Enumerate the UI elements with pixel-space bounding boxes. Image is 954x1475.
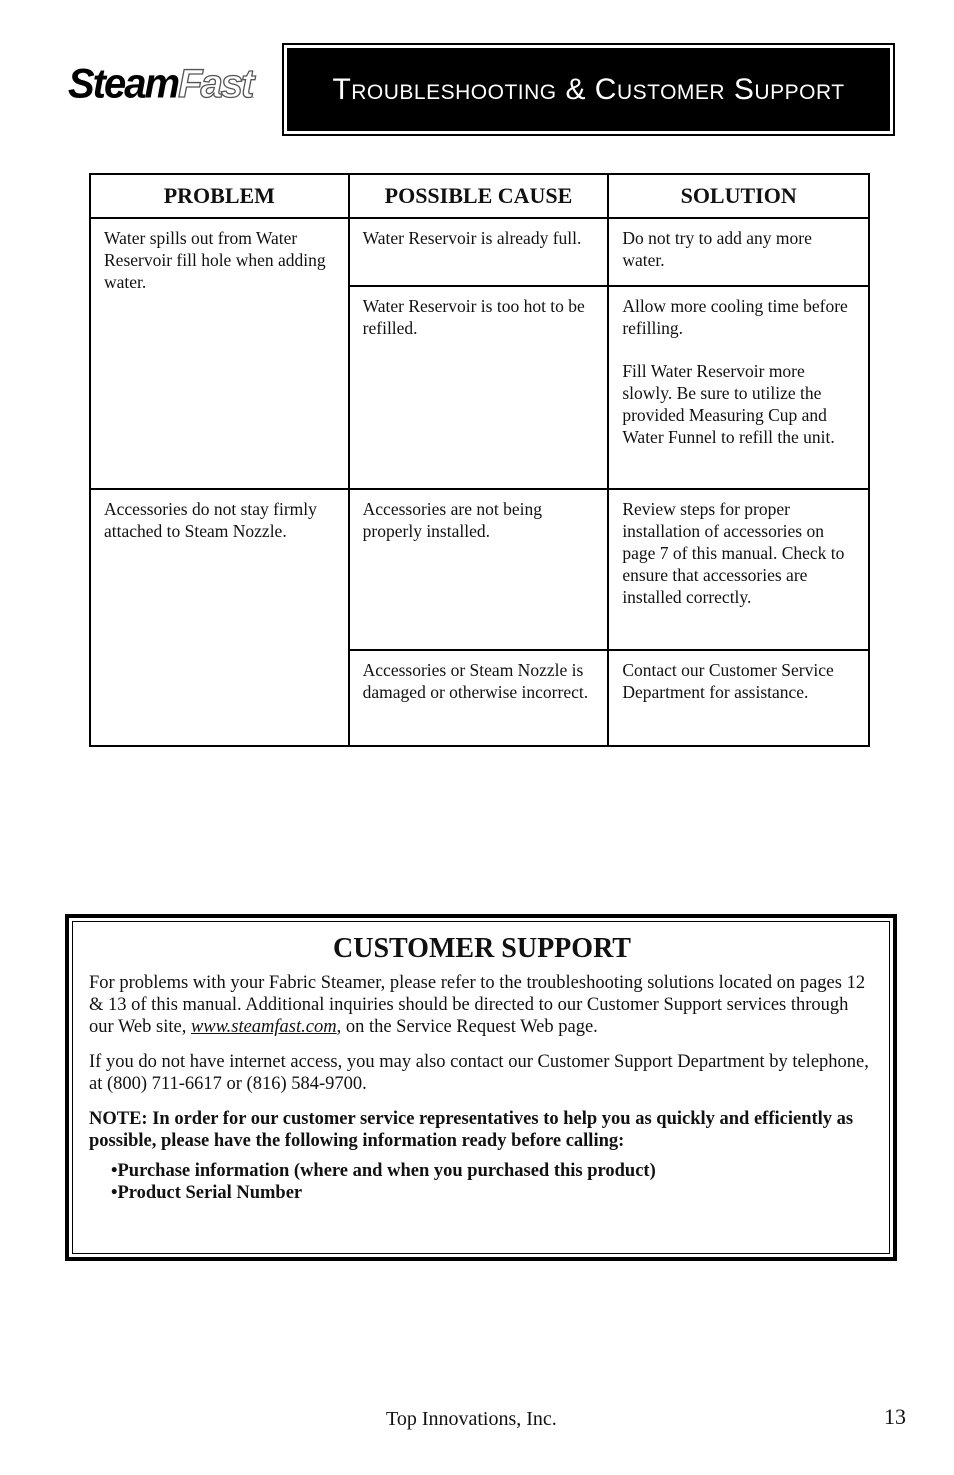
list-item: Product Serial Number bbox=[111, 1182, 875, 1204]
solution-cell: Contact our Customer Service Department … bbox=[607, 649, 870, 747]
list-item: Purchase information (where and when you… bbox=[111, 1160, 875, 1182]
problem-text: Water spills out from Water Reservoir fi… bbox=[104, 228, 326, 292]
page-number: 13 bbox=[884, 1404, 906, 1429]
cause-text: Water Reservoir is too hot to be refille… bbox=[362, 296, 585, 338]
header-solution: SOLUTION bbox=[607, 173, 870, 219]
problem-cell: Accessories do not stay firmly attached … bbox=[89, 488, 350, 747]
problem-cell: Water spills out from Water Reservoir fi… bbox=[89, 217, 350, 490]
logo-mark: . bbox=[252, 94, 254, 100]
troubleshooting-table: PROBLEM POSSIBLE CAUSE SOLUTION Water sp… bbox=[89, 173, 870, 747]
cause-cell: Accessories are not being properly insta… bbox=[347, 488, 610, 651]
solution-text: Fill Water Reservoir more slowly. Be sur… bbox=[622, 361, 835, 447]
solution-text: Review steps for proper installation of … bbox=[622, 499, 845, 607]
table-row: Accessories do not stay firmly attached … bbox=[89, 488, 870, 747]
header-problem: PROBLEM bbox=[89, 173, 350, 219]
customer-support-box: CUSTOMER SUPPORT For problems with your … bbox=[65, 914, 897, 1261]
solution-cell: Review steps for proper installation of … bbox=[607, 488, 870, 651]
logo-fast-text: Fast bbox=[177, 61, 255, 106]
note-paragraph: NOTE: In order for our customer service … bbox=[89, 1109, 854, 1151]
solution-text: Do not try to add any more water. bbox=[622, 228, 812, 270]
table-row: Water spills out from Water Reservoir fi… bbox=[89, 217, 870, 490]
page-title-frame: Troubleshooting & Customer Support bbox=[282, 43, 895, 136]
phone-paragraph: If you do not have internet access, you … bbox=[89, 1052, 869, 1094]
required-info-list: Purchase information (where and when you… bbox=[89, 1160, 875, 1204]
steamfast-logo: Steam Fast. bbox=[68, 60, 273, 108]
intro-text-end: , on the Service Request Web page. bbox=[336, 1017, 598, 1037]
customer-support-title: CUSTOMER SUPPORT bbox=[333, 933, 631, 964]
cause-text: Accessories or Steam Nozzle is damaged o… bbox=[362, 660, 589, 702]
cause-cell: Water Reservoir is too hot to be refille… bbox=[347, 285, 610, 490]
problem-text: Accessories do not stay firmly attached … bbox=[104, 499, 317, 541]
customer-support-intro: For problems with your Fabric Steamer, p… bbox=[89, 972, 875, 1038]
cause-text: Water Reservoir is already full. bbox=[362, 228, 582, 248]
solution-text: Allow more cooling time before refilling… bbox=[622, 296, 848, 338]
table-header-row: PROBLEM POSSIBLE CAUSE SOLUTION bbox=[89, 173, 870, 219]
solution-cell: Allow more cooling time before refilling… bbox=[607, 285, 870, 490]
page-title-box: Troubleshooting & Customer Support bbox=[287, 48, 890, 131]
customer-support-inner: CUSTOMER SUPPORT For problems with your … bbox=[72, 921, 890, 1254]
cause-text: Accessories are not being properly insta… bbox=[362, 499, 542, 541]
footer-company: Top Innovations, Inc. bbox=[386, 1408, 557, 1430]
logo-steam-text: Steam bbox=[68, 60, 180, 107]
cause-cell: Water Reservoir is already full. bbox=[347, 217, 610, 287]
cause-cell: Accessories or Steam Nozzle is damaged o… bbox=[347, 649, 610, 747]
header-possible-cause: POSSIBLE CAUSE bbox=[347, 173, 610, 219]
website-link[interactable]: www.steamfast.com bbox=[191, 1017, 337, 1037]
solution-cell: Do not try to add any more water. bbox=[607, 217, 870, 287]
page-title: Troubleshooting & Customer Support bbox=[332, 72, 845, 106]
solution-text: Contact our Customer Service Department … bbox=[622, 660, 834, 702]
